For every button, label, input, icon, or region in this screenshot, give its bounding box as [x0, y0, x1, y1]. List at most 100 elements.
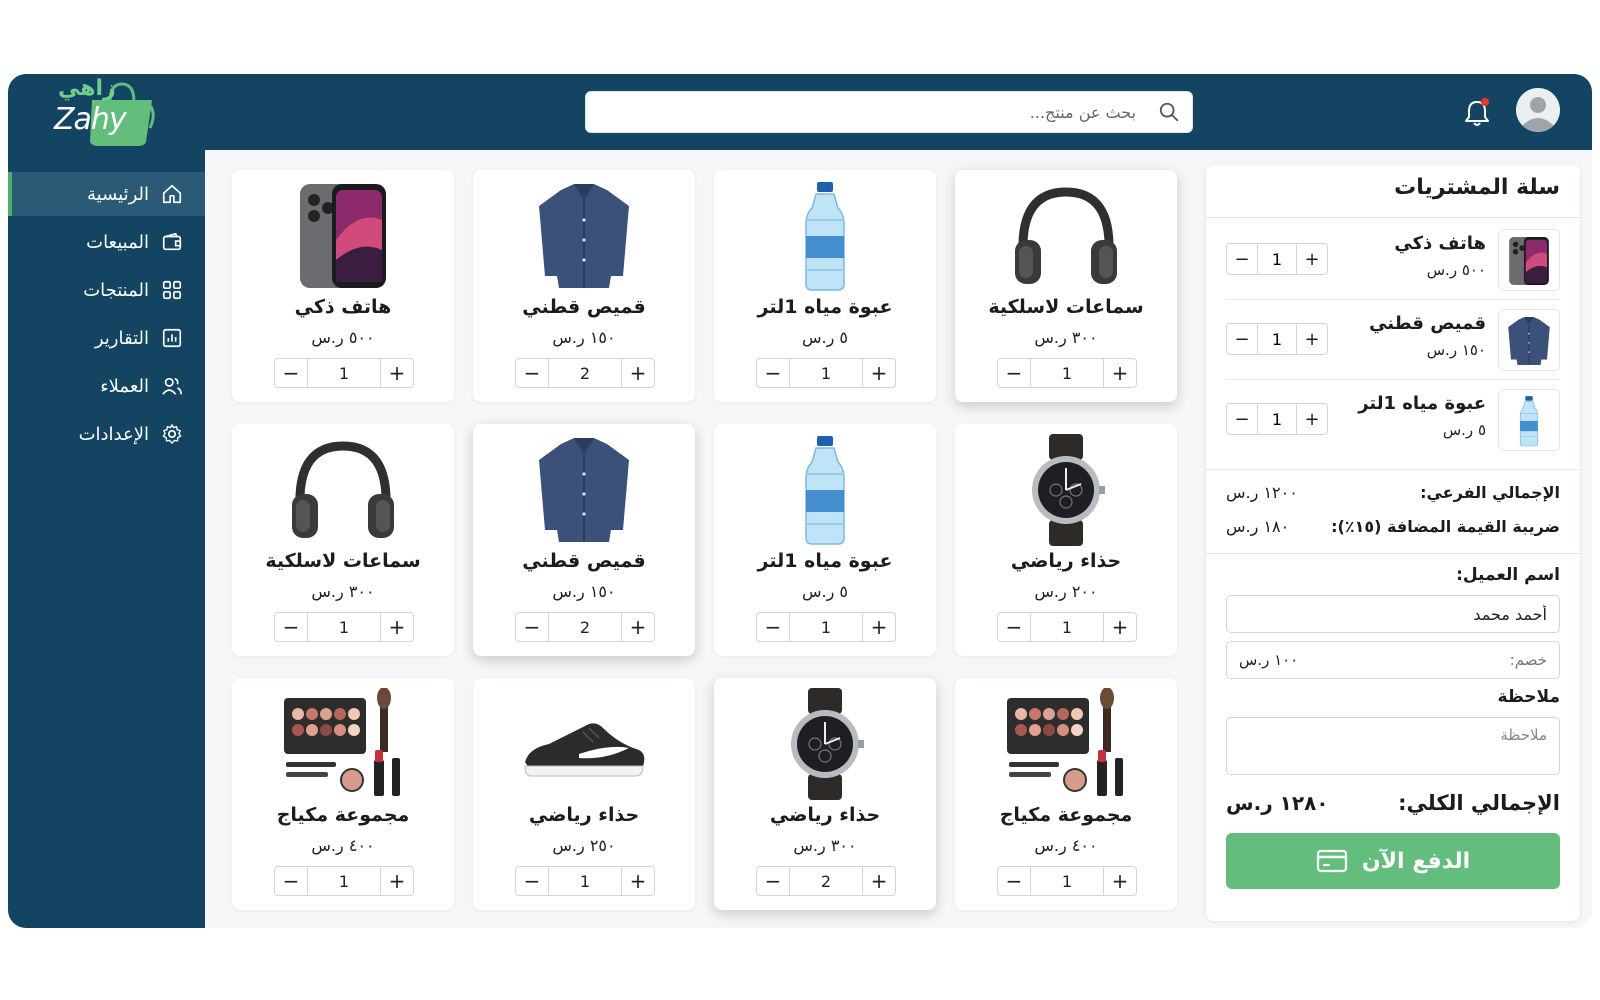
discount-field[interactable]: خصم: ١٠٠ ر.س	[1226, 641, 1560, 679]
increase-button[interactable]: +	[1297, 324, 1327, 354]
quantity-value[interactable]: 2	[548, 613, 622, 641]
product-card[interactable]: قميص قطني ١٥٠ ر.س − 2 +	[473, 424, 695, 656]
product-name: حذاء رياضي	[1010, 550, 1122, 572]
product-card[interactable]: عبوة مياه 1لتر ٥ ر.س − 1 +	[714, 424, 936, 656]
increase-button[interactable]: +	[381, 867, 413, 895]
product-price: ٥٠٠ ر.س	[311, 328, 375, 347]
decrease-button[interactable]: −	[275, 613, 307, 641]
decrease-button[interactable]: −	[1227, 404, 1257, 434]
sidebar-item-sales[interactable]: المبيعات	[8, 220, 205, 264]
quantity-value[interactable]: 1	[307, 359, 381, 387]
cart-item-image	[1498, 229, 1560, 291]
product-image	[278, 180, 408, 292]
decrease-button[interactable]: −	[275, 867, 307, 895]
quantity-stepper: − 1 +	[274, 866, 414, 896]
sidebar-item-reports[interactable]: التقارير	[8, 316, 205, 360]
decrease-button[interactable]: −	[757, 359, 789, 387]
product-card[interactable]: حذاء رياضي ٢٥٠ ر.س − 1 +	[473, 678, 695, 910]
product-name: قميص قطني	[522, 550, 646, 572]
total-value: ١٢٨٠ ر.س	[1226, 791, 1329, 815]
quantity-value[interactable]: 1	[789, 613, 863, 641]
decrease-button[interactable]: −	[516, 359, 548, 387]
decrease-button[interactable]: −	[998, 359, 1030, 387]
sidebar-item-home[interactable]: الرئيسية	[8, 172, 205, 216]
quantity-value[interactable]: 1	[789, 359, 863, 387]
quantity-stepper: − 1 +	[515, 866, 655, 896]
increase-button[interactable]: +	[622, 867, 654, 895]
product-card[interactable]: حذاء رياضي ٣٠٠ ر.س − 2 +	[714, 678, 936, 910]
quantity-value[interactable]: 2	[789, 867, 863, 895]
increase-button[interactable]: +	[863, 867, 895, 895]
quantity-value[interactable]: 1	[1030, 867, 1104, 895]
product-image	[1001, 434, 1131, 546]
product-image	[1001, 687, 1131, 800]
sidebar-item-products[interactable]: المنتجات	[8, 268, 205, 312]
increase-button[interactable]: +	[1104, 359, 1136, 387]
quantity-value[interactable]: 1	[307, 613, 381, 641]
decrease-button[interactable]: −	[1227, 244, 1257, 274]
increase-button[interactable]: +	[622, 613, 654, 641]
product-card[interactable]: قميص قطني ١٥٠ ر.س − 2 +	[473, 170, 695, 402]
decrease-button[interactable]: −	[757, 867, 789, 895]
cart-item-price: ٥٠٠ ر.س	[1426, 261, 1486, 279]
decrease-button[interactable]: −	[757, 613, 789, 641]
decrease-button[interactable]: −	[998, 613, 1030, 641]
quantity-value[interactable]: 1	[1257, 244, 1297, 274]
brand-logo[interactable]: زاهي Zahy	[54, 76, 164, 148]
increase-button[interactable]: +	[863, 613, 895, 641]
increase-button[interactable]: +	[622, 359, 654, 387]
product-card[interactable]: سماعات لاسلكية ٣٠٠ ر.س − 1 +	[955, 170, 1177, 402]
product-card[interactable]: سماعات لاسلكية ٣٠٠ ر.س − 1 +	[232, 424, 454, 656]
increase-button[interactable]: +	[1297, 404, 1327, 434]
cart-item-image	[1498, 389, 1560, 451]
product-card[interactable]: عبوة مياه 1لتر ٥ ر.س − 1 +	[714, 170, 936, 402]
decrease-button[interactable]: −	[998, 867, 1030, 895]
product-card[interactable]: مجموعة مكياج ٤٠٠ ر.س − 1 +	[955, 678, 1177, 910]
increase-button[interactable]: +	[381, 613, 413, 641]
sidebar-item-customers[interactable]: العملاء	[8, 364, 205, 408]
user-avatar[interactable]	[1516, 88, 1560, 132]
product-price: ١٥٠ ر.س	[552, 328, 616, 347]
increase-button[interactable]: +	[1297, 244, 1327, 274]
product-card[interactable]: هاتف ذكي ٥٠٠ ر.س − 1 +	[232, 170, 454, 402]
quantity-value[interactable]: 1	[307, 867, 381, 895]
quantity-stepper: − 1 +	[1226, 323, 1328, 355]
quantity-value[interactable]: 1	[548, 867, 622, 895]
pay-now-button[interactable]: الدفع الآن	[1226, 833, 1560, 889]
decrease-button[interactable]: −	[1227, 324, 1257, 354]
increase-button[interactable]: +	[381, 359, 413, 387]
quantity-value[interactable]: 2	[548, 359, 622, 387]
increase-button[interactable]: +	[1104, 867, 1136, 895]
subtotal-label: الإجمالي الفرعي:	[1420, 483, 1560, 502]
decrease-button[interactable]: −	[275, 359, 307, 387]
logo-arabic-text: زاهي	[58, 76, 116, 101]
increase-button[interactable]: +	[863, 359, 895, 387]
cart-item-name: عبوة مياه 1لتر	[1358, 393, 1486, 414]
search-bar	[585, 91, 1193, 133]
product-name: هاتف ذكي	[294, 296, 392, 318]
sidebar-item-settings[interactable]: الإعدادات	[8, 412, 205, 456]
product-card[interactable]: حذاء رياضي ٢٠٠ ر.س − 1 +	[955, 424, 1177, 656]
quantity-value[interactable]: 1	[1257, 324, 1297, 354]
decrease-button[interactable]: −	[516, 867, 548, 895]
product-card[interactable]: مجموعة مكياج ٤٠٠ ر.س − 1 +	[232, 678, 454, 910]
customer-name-input[interactable]	[1226, 595, 1560, 633]
subtotal-row: الإجمالي الفرعي: ١٢٠٠ ر.س	[1226, 483, 1560, 509]
product-price: ٣٠٠ ر.س	[793, 836, 857, 855]
sidebar-item-label: الإعدادات	[78, 423, 149, 445]
quantity-stepper: − 2 +	[756, 866, 896, 896]
quantity-value[interactable]: 1	[1257, 404, 1297, 434]
product-price: ١٥٠ ر.س	[552, 582, 616, 601]
cart-item: قميص قطني ١٥٠ ر.س − 1 +	[1206, 301, 1580, 380]
note-input[interactable]	[1226, 717, 1560, 775]
quantity-value[interactable]: 1	[1030, 613, 1104, 641]
quantity-value[interactable]: 1	[1030, 359, 1104, 387]
product-price: ٤٠٠ ر.س	[1034, 836, 1098, 855]
decrease-button[interactable]: −	[516, 613, 548, 641]
increase-button[interactable]: +	[1104, 613, 1136, 641]
search-icon[interactable]	[1158, 101, 1180, 123]
search-input[interactable]	[596, 92, 1136, 132]
divider	[1206, 469, 1580, 470]
product-price: ٢٥٠ ر.س	[552, 836, 616, 855]
bell-icon[interactable]	[1462, 96, 1492, 128]
